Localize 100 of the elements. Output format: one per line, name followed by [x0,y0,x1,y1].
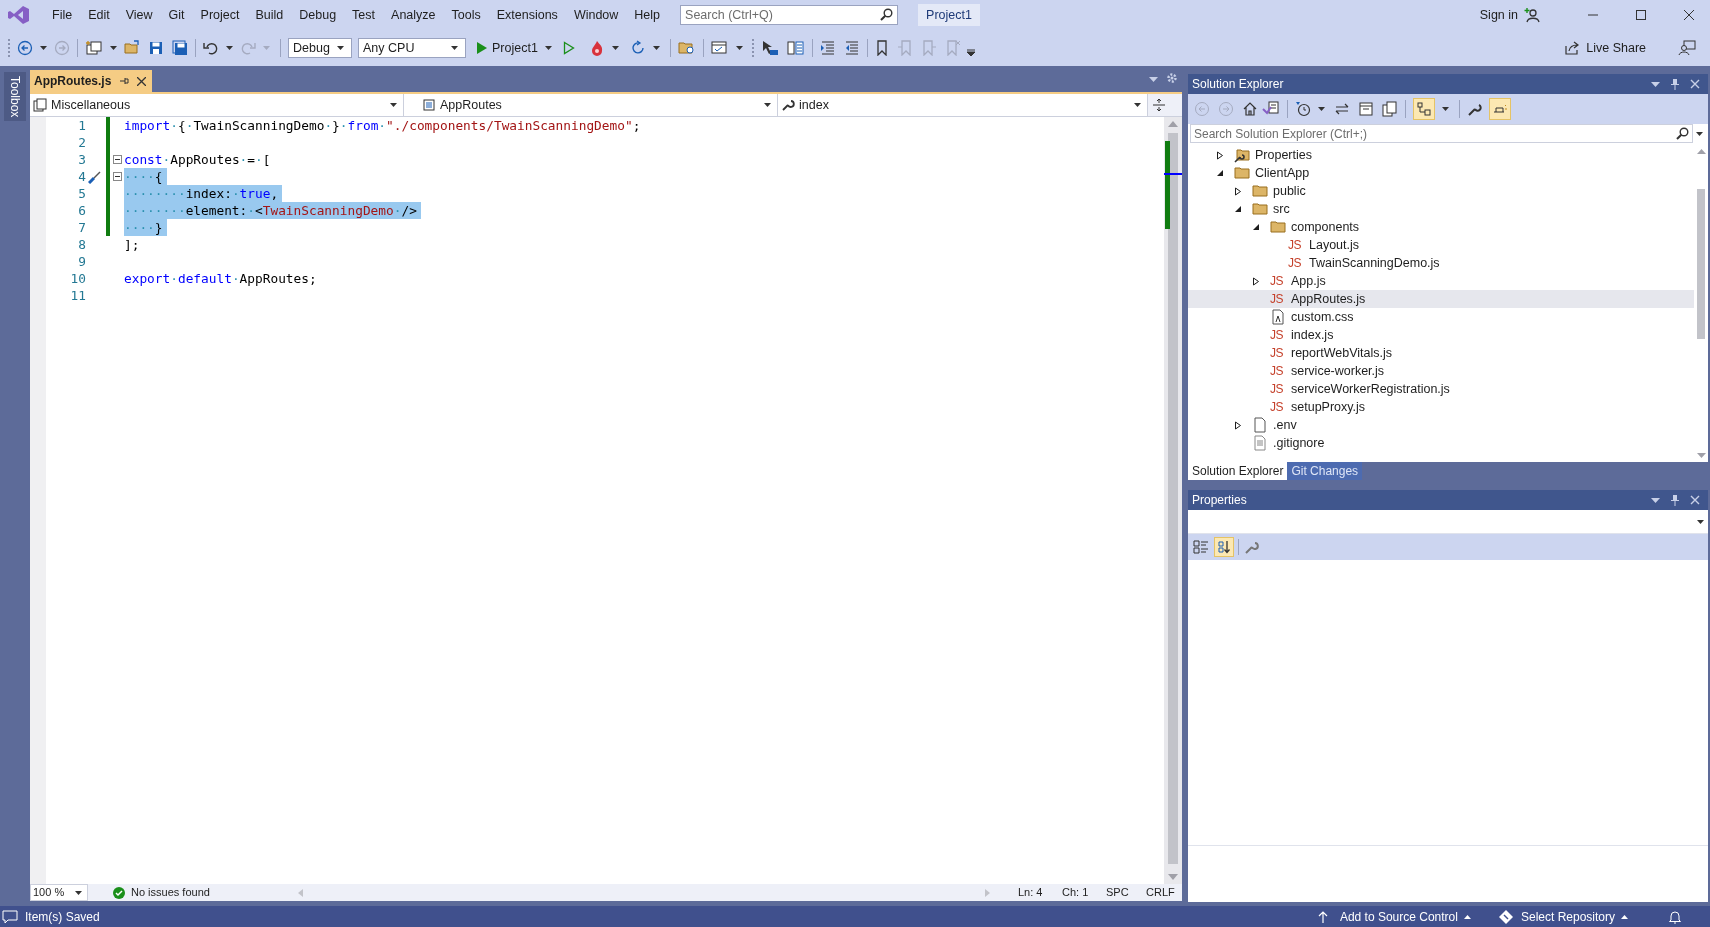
maximize-icon[interactable] [1636,10,1646,20]
outdent-icon[interactable] [843,40,860,56]
menu-item[interactable]: View [117,0,161,30]
platform-dropdown[interactable]: Any CPU [358,38,466,58]
caret-icon[interactable] [75,890,82,895]
navigation-dropdown[interactable]: index [778,94,1148,116]
menu-item[interactable]: Edit [80,0,118,30]
menu-item[interactable]: Analyze [383,0,444,30]
categorized-icon[interactable] [1192,538,1210,556]
back-icon[interactable] [17,40,33,56]
live-share-button[interactable]: Live Share [1564,38,1646,58]
tree-item[interactable]: public [1188,182,1694,200]
tree-item[interactable]: JS serviceWorkerRegistration.js [1188,380,1694,398]
caret-icon[interactable] [40,46,47,50]
collapse-all-icon[interactable] [1358,101,1374,117]
open-folder-icon[interactable] [124,40,140,56]
menu-item[interactable]: Project [192,0,248,30]
run-button[interactable]: Project1 [476,38,538,58]
sync-icon[interactable] [1334,101,1350,117]
tree-item[interactable]: src [1188,200,1694,218]
play-outline-icon[interactable] [562,41,575,55]
search-field[interactable]: Search Solution Explorer (Ctrl+;) [1190,124,1693,143]
save-all-icon[interactable] [172,40,188,56]
tree-item[interactable]: JS TwainScanningDemo.js [1188,254,1694,272]
whitespace-indicator[interactable]: SPC [1106,884,1146,901]
caret-icon[interactable] [337,46,344,50]
caret-icon[interactable] [611,46,619,50]
caret-icon[interactable] [544,46,552,50]
menu-item[interactable]: Window [565,0,627,30]
tree-item[interactable]: JS setupProxy.js [1188,398,1694,416]
expanded-arrow-icon[interactable] [1234,205,1242,213]
window-layout-icon[interactable] [710,40,729,56]
caret-icon[interactable] [735,46,743,50]
caret-icon[interactable] [764,103,771,107]
menu-item[interactable]: Help [626,0,669,30]
close-icon[interactable] [1684,10,1694,20]
collapse-icon[interactable] [112,155,122,164]
line-indicator[interactable]: Ln: 4 [1018,884,1062,901]
expanded-arrow-icon[interactable] [1216,169,1224,177]
preview-button[interactable] [1489,98,1511,120]
collapse-icon[interactable] [112,172,122,181]
tree-item[interactable]: JS reportWebVitals.js [1188,344,1694,362]
refresh-icon[interactable] [629,40,646,56]
menu-item[interactable]: Extensions [488,0,566,30]
configuration-dropdown[interactable]: Debug [288,38,352,58]
issues-status[interactable]: No issues found [131,884,210,901]
indent-icon[interactable] [819,40,836,56]
bookmark-icon[interactable] [874,40,889,56]
search-icon[interactable] [1676,127,1689,140]
alphabetical-button[interactable] [1214,537,1234,557]
tree-item[interactable]: components [1188,218,1694,236]
solution-name-button[interactable]: Project1 [918,4,980,26]
caret-icon[interactable] [1134,103,1141,107]
caret-icon[interactable] [1442,107,1449,111]
editor-tab[interactable]: AppRoutes.js [30,70,153,92]
dropdown-icon[interactable] [1697,519,1704,524]
toolbox-tab[interactable]: Toolbox [4,72,26,122]
menu-item[interactable]: Git [160,0,193,30]
scroll-up-icon[interactable] [1696,149,1706,154]
collapsed-arrow-icon[interactable] [1252,276,1260,286]
navigation-dropdown[interactable]: Miscellaneous [30,94,404,116]
notification-bell-icon[interactable] [1668,909,1682,924]
panels-icon[interactable] [786,40,805,56]
feedback-icon[interactable] [1678,40,1696,56]
panel-tab[interactable]: Solution Explorer [1188,462,1288,480]
pin-icon[interactable] [119,76,130,86]
tree-item[interactable]: JS AppRoutes.js [1188,290,1694,308]
close-icon[interactable] [137,76,147,86]
line-ending-indicator[interactable]: CRLF [1146,884,1182,901]
caret-icon[interactable] [652,46,660,50]
tree-item[interactable]: .env [1188,416,1694,434]
copy-icon[interactable] [1382,101,1398,117]
browse-folder-icon[interactable] [677,40,696,56]
search-icon[interactable] [880,8,894,21]
scroll-thumb[interactable] [1697,188,1705,339]
expanded-arrow-icon[interactable] [1252,223,1260,231]
source-control-button[interactable]: Add to Source Control [1317,907,1471,926]
caret-icon[interactable] [451,46,458,50]
output-icon[interactable] [2,909,18,924]
tree-item[interactable]: custom.css [1188,308,1694,326]
undo-icon[interactable] [203,40,219,56]
collapsed-arrow-icon[interactable] [1234,186,1242,196]
tree-item[interactable]: JS App.js [1188,272,1694,290]
caret-icon[interactable] [1318,107,1325,111]
show-all-files-button[interactable] [1413,98,1435,120]
tree-item[interactable]: .gitignore [1188,434,1694,452]
caret-icon[interactable] [390,103,397,107]
pin-icon[interactable] [1670,494,1680,506]
tree-item[interactable]: JS Layout.js [1188,236,1694,254]
new-project-icon[interactable] [85,40,103,56]
switch-views-icon[interactable] [1262,101,1280,117]
pin-icon[interactable] [1670,78,1680,90]
repository-button[interactable]: Select Repository [1498,907,1628,926]
menu-item[interactable]: Debug [291,0,345,30]
tree-item[interactable]: ClientApp [1188,164,1694,182]
caret-icon[interactable] [226,46,233,50]
home-icon[interactable] [1242,101,1258,117]
select-element-icon[interactable] [760,40,779,56]
collapsed-arrow-icon[interactable] [1216,150,1224,160]
dropdown-icon[interactable] [1696,131,1703,136]
